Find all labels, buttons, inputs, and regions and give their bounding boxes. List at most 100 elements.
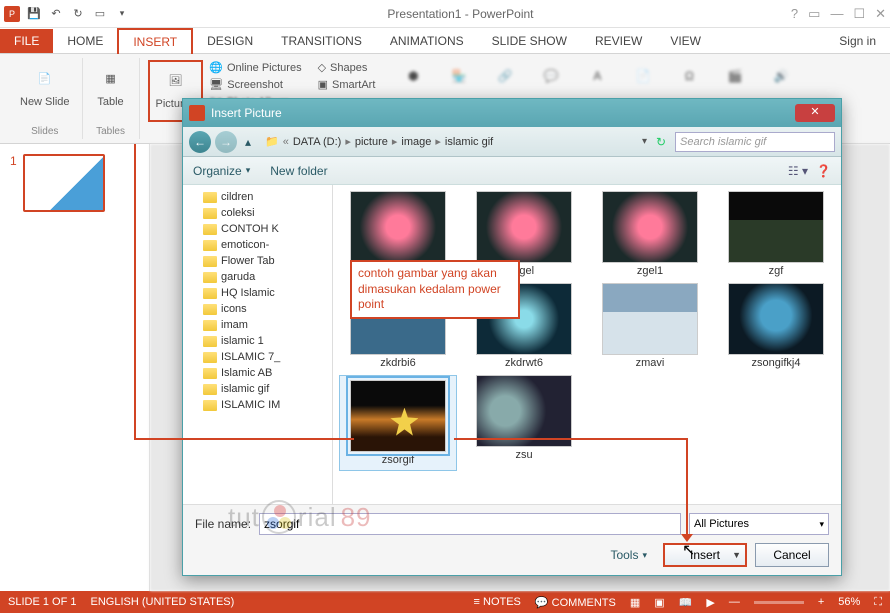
online-pictures-button[interactable]: 🌐Online Pictures (207, 60, 303, 75)
view-slideshow-icon[interactable]: ▶ (706, 596, 714, 609)
file-item[interactable]: zmavi (591, 283, 709, 369)
save-icon[interactable]: 💾 (26, 6, 42, 22)
forward-button[interactable]: → (215, 131, 237, 153)
back-button[interactable]: ← (189, 131, 211, 153)
tab-animations[interactable]: ANIMATIONS (376, 29, 478, 53)
slide-count[interactable]: SLIDE 1 OF 1 (8, 596, 76, 608)
language-status[interactable]: ENGLISH (UNITED STATES) (90, 596, 234, 608)
file-item-selected[interactable]: zsorgif (339, 375, 457, 471)
folder-tree[interactable]: cildren coleksi CONTOH K emoticon- Flowe… (183, 185, 333, 504)
tab-home[interactable]: HOME (53, 29, 117, 53)
annotation-arrow (686, 438, 688, 538)
zoom-slider[interactable] (754, 601, 804, 604)
file-item[interactable]: zgf (717, 191, 835, 277)
notes-button[interactable]: ≡ NOTES (474, 596, 521, 608)
file-thumbnail (350, 380, 446, 452)
file-item[interactable]: zgel1 (591, 191, 709, 277)
view-normal-icon[interactable]: ▦ (630, 596, 640, 609)
organize-button[interactable]: Organize ▾ (193, 164, 250, 178)
qat-customize-icon[interactable]: ▾ (114, 6, 130, 22)
tree-item[interactable]: coleksi (183, 205, 332, 221)
tree-item[interactable]: imam (183, 317, 332, 333)
tree-item[interactable]: emoticon- (183, 237, 332, 253)
blurred-ribbon-icon: A (581, 60, 613, 92)
file-item[interactable]: zsu (465, 375, 583, 471)
file-thumbnail (476, 375, 572, 447)
tree-item[interactable]: ISLAMIC 7_ (183, 349, 332, 365)
redo-icon[interactable]: ↻ (70, 6, 86, 22)
shapes-button[interactable]: ◇Shapes (316, 60, 378, 75)
tree-item[interactable]: icons (183, 301, 332, 317)
tab-file[interactable]: FILE (0, 29, 53, 53)
dialog-titlebar[interactable]: Insert Picture ✕ (183, 99, 841, 127)
filename-label: File name: (195, 517, 251, 531)
blurred-ribbon-icon: 🔗 (489, 60, 521, 92)
tab-transitions[interactable]: TRANSITIONS (267, 29, 376, 53)
ribbon-options-icon[interactable]: ▭ (808, 6, 820, 22)
tree-item[interactable]: CONTOH K (183, 221, 332, 237)
annotation-arrow (454, 438, 686, 440)
tab-review[interactable]: REVIEW (581, 29, 656, 53)
search-input[interactable]: Search islamic gif (675, 132, 835, 152)
blurred-ribbon-icon: 🎬 (719, 60, 751, 92)
tree-item[interactable]: garuda (183, 269, 332, 285)
online-pictures-icon: 🌐 (209, 61, 223, 74)
breadcrumb-dropdown-icon[interactable]: ▾ (642, 136, 647, 147)
zoom-out-icon[interactable]: — (729, 596, 740, 608)
dialog-toolbar: Organize ▾ New folder ☷ ▾ ❓ (183, 157, 841, 185)
tree-item[interactable]: cildren (183, 189, 332, 205)
dialog-close-button[interactable]: ✕ (795, 104, 835, 122)
file-item[interactable]: zsongifkj4 (717, 283, 835, 369)
filename-input[interactable] (259, 513, 681, 535)
file-type-filter[interactable]: All Pictures▾ (689, 513, 829, 535)
help-icon[interactable]: ❓ (816, 164, 831, 178)
file-thumbnail (602, 283, 698, 355)
tree-item[interactable]: islamic gif (183, 381, 332, 397)
cancel-button[interactable]: Cancel (755, 543, 829, 567)
tree-item[interactable]: ISLAMIC IM (183, 397, 332, 413)
tools-dropdown[interactable]: Tools ▾ (610, 548, 647, 562)
view-options-icon[interactable]: ☷ ▾ (788, 164, 808, 178)
breadcrumb[interactable]: 📁 « DATA (D:)▸ picture▸ image▸ islamic g… (259, 135, 638, 148)
table-button[interactable]: ▦ Table (91, 60, 131, 110)
close-icon[interactable]: ✕ (875, 6, 886, 22)
new-slide-button[interactable]: 📄 New Slide (16, 60, 74, 110)
tree-item[interactable]: islamic 1 (183, 333, 332, 349)
file-thumbnail (728, 283, 824, 355)
tab-design[interactable]: DESIGN (193, 29, 267, 53)
undo-icon[interactable]: ↶ (48, 6, 64, 22)
insert-picture-dialog: Insert Picture ✕ ← → ▴ 📁 « DATA (D:)▸ pi… (182, 98, 842, 576)
slide-thumbnail[interactable]: 1 (10, 154, 139, 212)
folder-icon (203, 240, 217, 251)
folder-icon: 📁 (265, 135, 279, 148)
screenshot-button[interactable]: 🖥Screenshot (207, 77, 303, 92)
fit-window-icon[interactable]: ⛶ (874, 596, 882, 609)
insert-button[interactable]: Insert▼ (663, 543, 747, 567)
view-reading-icon[interactable]: 📖 (679, 596, 693, 609)
tree-item[interactable]: Flower Tab (183, 253, 332, 269)
folder-icon (203, 368, 217, 379)
tree-item[interactable]: HQ Islamic (183, 285, 332, 301)
refresh-button[interactable]: ↻ (651, 132, 671, 152)
folder-icon (203, 288, 217, 299)
minimize-icon[interactable]: — (830, 6, 843, 22)
signin-link[interactable]: Sign in (839, 34, 890, 48)
tab-insert[interactable]: INSERT (117, 28, 193, 54)
tree-item[interactable]: Islamic AB (183, 365, 332, 381)
new-folder-button[interactable]: New folder (270, 164, 327, 178)
maximize-icon[interactable]: ☐ (853, 6, 865, 22)
file-grid[interactable]: sfg zgel zgel1 zgf zkdrbi6 zkdrwt6 zmavi… (333, 185, 841, 504)
view-sorter-icon[interactable]: ▣ (654, 596, 664, 609)
tab-view[interactable]: VIEW (656, 29, 715, 53)
zoom-in-icon[interactable]: + (818, 596, 824, 608)
up-button[interactable]: ▴ (241, 135, 255, 149)
zoom-level[interactable]: 56% (838, 596, 860, 608)
tab-slideshow[interactable]: SLIDE SHOW (478, 29, 581, 53)
comments-button[interactable]: 💬 COMMENTS (535, 596, 616, 609)
help-icon[interactable]: ? (791, 6, 798, 22)
folder-icon (203, 336, 217, 347)
slide-number: 1 (10, 154, 17, 212)
start-from-beginning-icon[interactable]: ▭ (92, 6, 108, 22)
annotation-arrow (134, 144, 136, 438)
smartart-button[interactable]: ▣SmartArt (316, 77, 378, 92)
